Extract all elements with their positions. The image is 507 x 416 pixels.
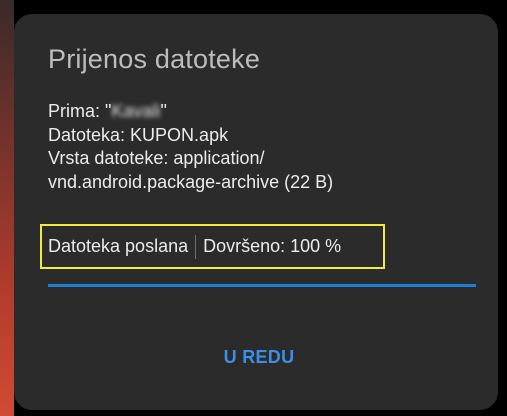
transfer-status-highlight: Datoteka poslana Dovršeno: 100 % bbox=[40, 224, 385, 269]
transfer-progress-bar bbox=[48, 284, 476, 287]
file-name-line: Datoteka: KUPON.apk bbox=[48, 124, 229, 145]
recipient-label: Prima: bbox=[48, 101, 106, 121]
recipient-line: Prima: "Kavali" bbox=[48, 100, 333, 124]
file-transfer-dialog: Prijenos datoteke Prima: "Kavali" Datote… bbox=[14, 14, 498, 410]
recipient-name-blurred: Kavali bbox=[111, 101, 161, 121]
dialog-title: Prijenos datoteke bbox=[48, 44, 261, 74]
file-type-line-1: Vrsta datoteke: application/ bbox=[48, 148, 265, 168]
background-app-edge bbox=[0, 0, 14, 416]
transfer-info: Prima: "Kavali" Datoteka: KUPON.apk Vrst… bbox=[48, 100, 333, 194]
transfer-completion-text: Dovršeno: 100 % bbox=[203, 236, 342, 256]
transfer-status-text: Datoteka poslana bbox=[48, 236, 189, 256]
ok-button[interactable]: U REDU bbox=[204, 341, 314, 373]
status-divider bbox=[195, 234, 197, 259]
file-type-line-2: vnd.android.package-archive (22 B) bbox=[48, 171, 334, 192]
transfer-progress-fill bbox=[48, 284, 476, 287]
